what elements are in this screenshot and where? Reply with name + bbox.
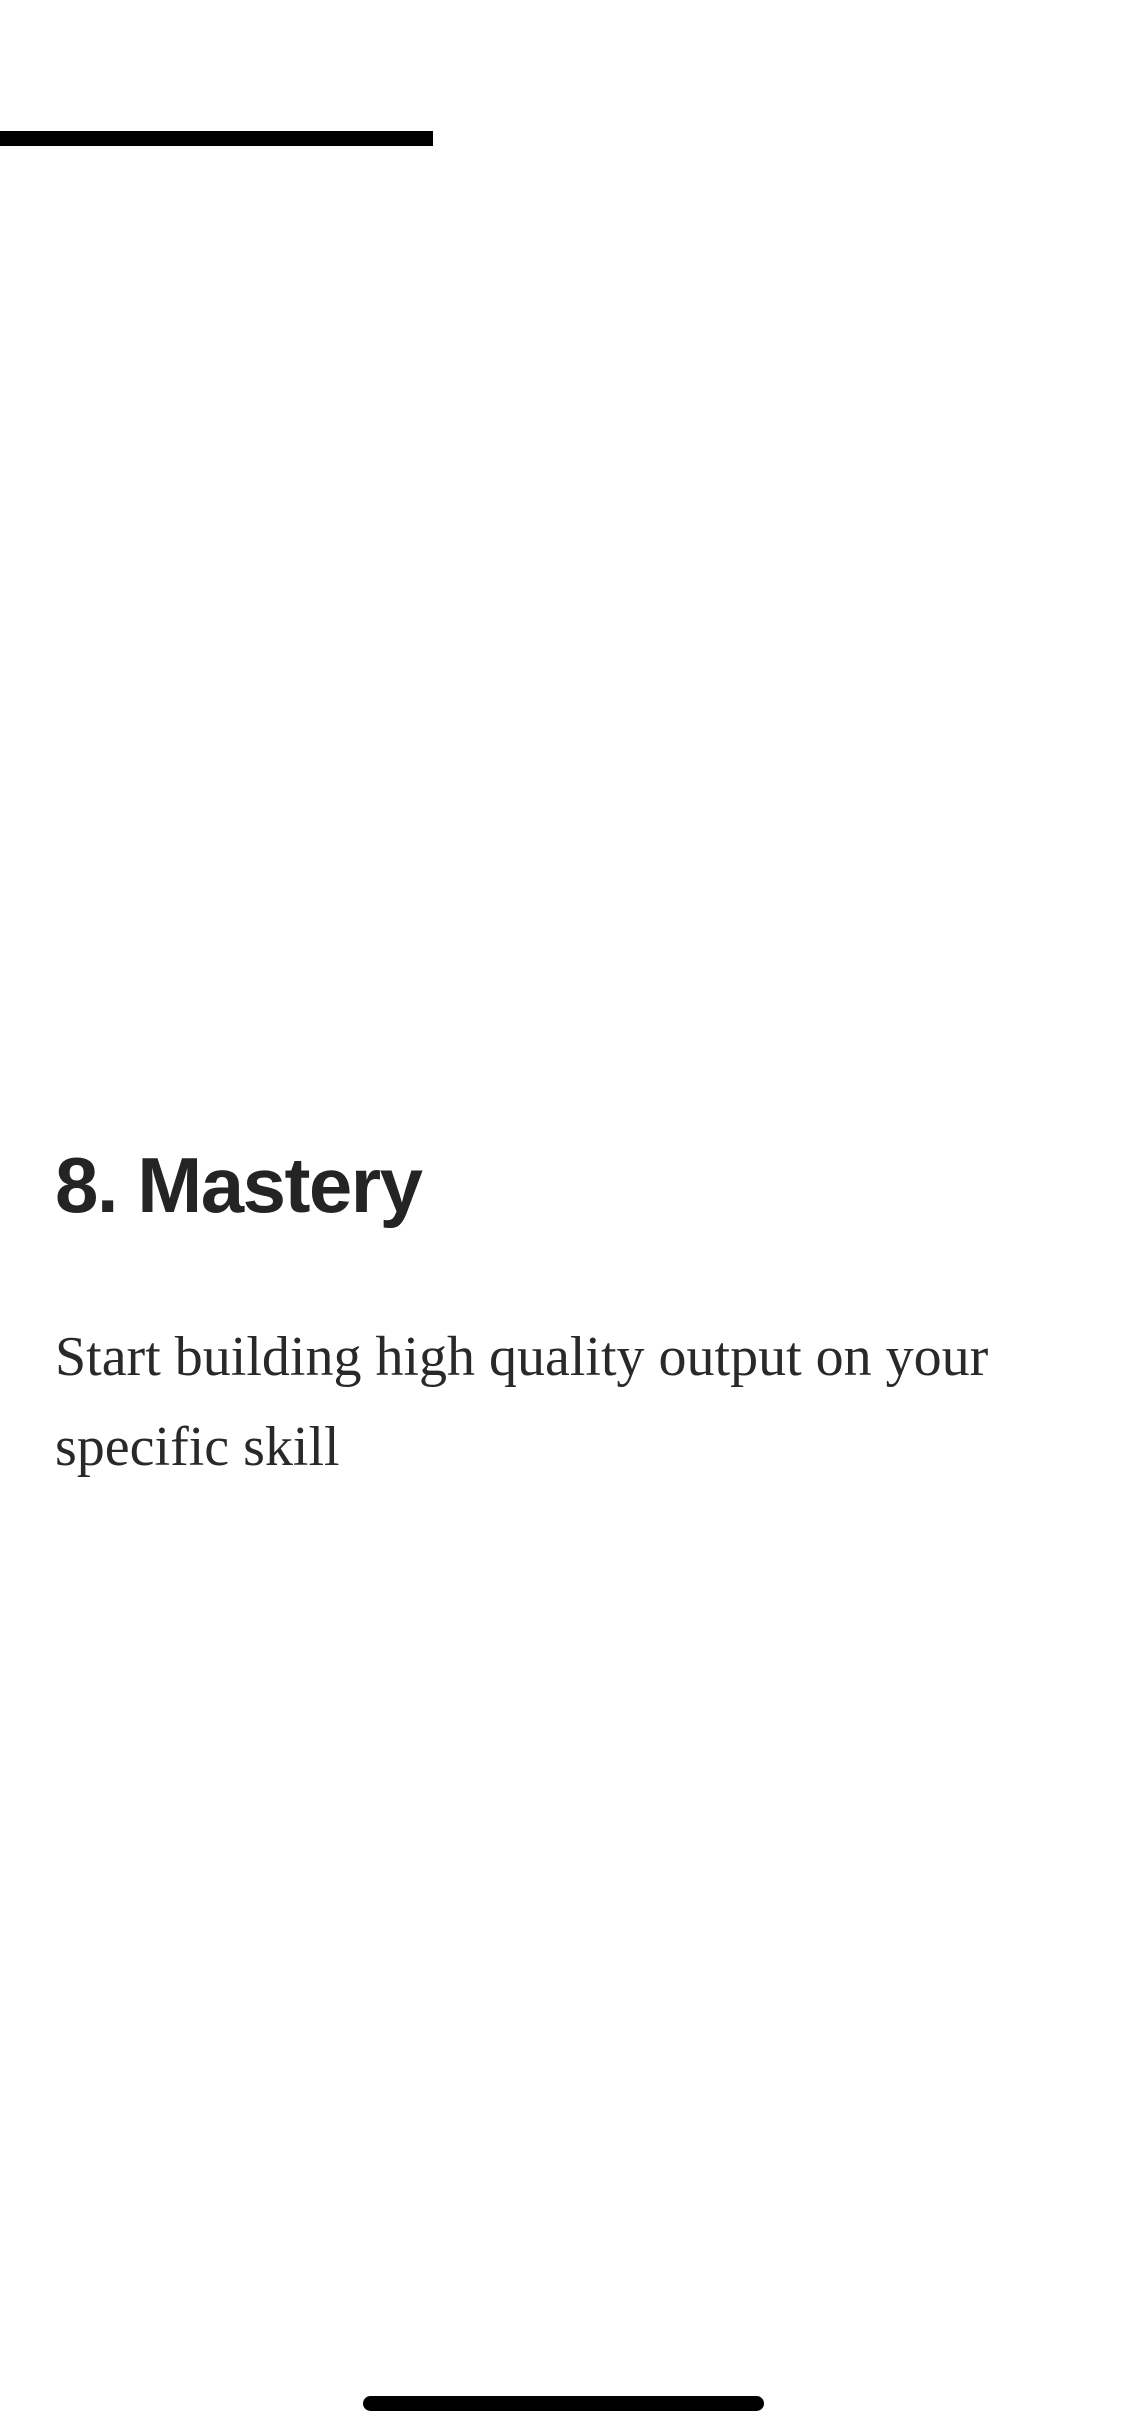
story-section: 8. Mastery Start building high quality o…: [55, 1130, 1070, 1492]
reading-progress-fill: [0, 131, 434, 146]
reading-progress-bar: [0, 131, 1125, 146]
section-body: Start building high quality output on yo…: [55, 1326, 989, 1478]
section-title: 8. Mastery: [55, 1141, 423, 1229]
home-indicator[interactable]: [363, 2396, 764, 2411]
